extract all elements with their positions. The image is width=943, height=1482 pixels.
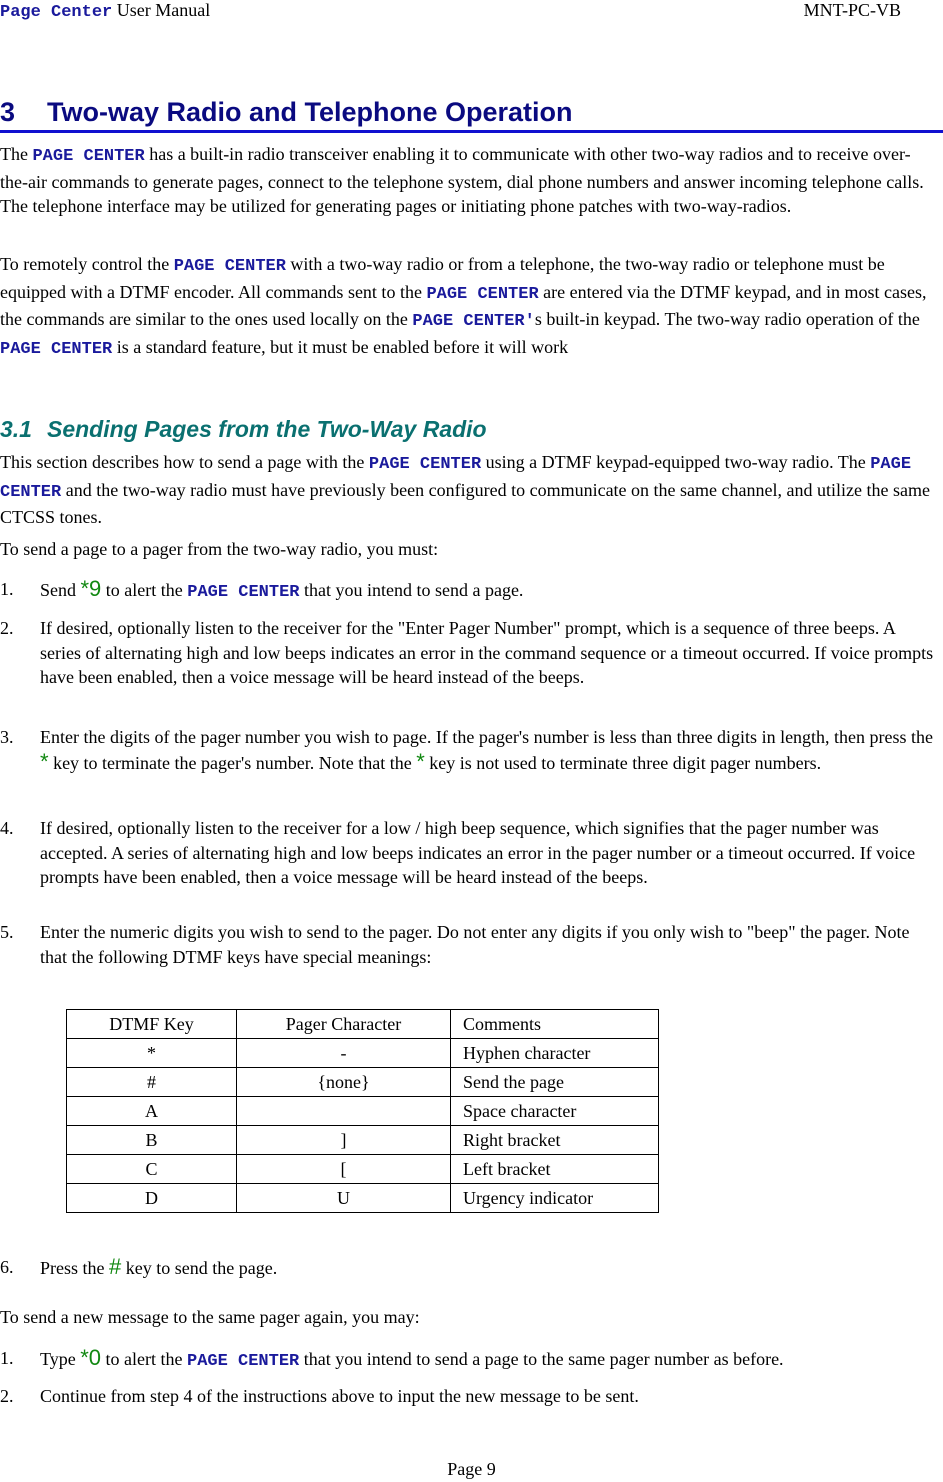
step-1: 1. Send *9 to alert the PAGE CENTER that…	[0, 576, 524, 602]
table-cell: Space character	[450, 1096, 659, 1126]
table-cell: D	[66, 1183, 237, 1213]
section-3-1-heading: 3.1 Sending Pages from the Two-Way Radio	[0, 414, 487, 444]
step-2: 2. If desired, optionally listen to the …	[0, 618, 934, 687]
dtmf-key: *	[40, 748, 49, 774]
column-header: DTMF Key	[66, 1009, 237, 1039]
table-cell: B	[66, 1125, 237, 1155]
table-cell: C	[66, 1154, 237, 1184]
table-cell: A	[66, 1096, 237, 1126]
page-number: Page 9	[447, 1459, 496, 1479]
table-cell: U	[236, 1183, 451, 1213]
section-title: Two-way Radio and Telephone Operation	[47, 97, 573, 127]
dtmf-key: *0	[80, 1345, 102, 1370]
brand-name: PAGE CENTER'	[412, 312, 535, 331]
table-cell: ]	[236, 1125, 451, 1155]
header-title-suffix: User Manual	[112, 0, 211, 20]
table-cell: {none}	[236, 1067, 451, 1097]
intro-paragraph-1: The PAGE CENTER has a built-in radio tra…	[0, 144, 924, 216]
brand-name: PAGE CENTER	[187, 583, 300, 602]
table-cell: Hyphen character	[450, 1038, 659, 1068]
brand-name: PAGE CENTER	[0, 339, 113, 359]
header-title: Page Center User Manual	[0, 0, 210, 22]
brand-name: PAGE CENTER	[173, 257, 286, 276]
table-cell: -	[236, 1038, 451, 1068]
dtmf-key-table: DTMF Key Pager Character Comments * - Hy…	[66, 1009, 659, 1213]
table-cell: [	[236, 1154, 451, 1184]
table-row: # {none} Send the page	[66, 1067, 659, 1097]
step-5: 5. Enter the numeric digits you wish to …	[0, 922, 910, 967]
table-cell: Right bracket	[450, 1125, 659, 1155]
table-cell: Send the page	[450, 1067, 659, 1097]
header-doc-id: MNT-PC-VB	[803, 0, 901, 20]
table-cell	[236, 1096, 451, 1126]
header-brand: Page Center	[0, 3, 113, 22]
table-row: B ] Right bracket	[66, 1125, 659, 1155]
table-row: * - Hyphen character	[66, 1038, 659, 1068]
intro-paragraph-2: To remotely control the PAGE CENTER with…	[0, 254, 927, 359]
table-row: C [ Left bracket	[66, 1154, 659, 1184]
subsection-number: 3.1	[0, 416, 32, 442]
step-4: 4. If desired, optionally listen to the …	[0, 818, 916, 887]
brand-name: PAGE CENTER	[32, 147, 145, 166]
section-number: 3	[0, 97, 16, 127]
dtmf-key: *9	[80, 576, 102, 601]
brand-name: PAGE CENTER	[187, 1352, 300, 1371]
table-cell: #	[66, 1067, 237, 1097]
step-3: 3. Enter the digits of the pager number …	[0, 727, 934, 774]
table-cell: Left bracket	[450, 1154, 659, 1184]
subsection-title: Sending Pages from the Two-Way Radio	[47, 416, 487, 442]
resend-intro: To send a new message to the same pager …	[0, 1307, 420, 1327]
brand-name: PAGE CENTER	[426, 284, 539, 304]
table-row: A Space character	[66, 1096, 659, 1126]
table-header-row: DTMF Key Pager Character Comments	[66, 1009, 659, 1039]
resend-step-2: 2. Continue from step 4 of the instructi…	[0, 1386, 639, 1406]
step-6: 6. Press the # key to send the page.	[0, 1254, 278, 1279]
section-3-heading: 3 Two-way Radio and Telephone Operation	[0, 95, 943, 133]
dtmf-key: #	[109, 1254, 122, 1279]
steps-intro: To send a page to a pager from the two-w…	[0, 539, 439, 559]
resend-step-1: 1. Type *0 to alert the PAGE CENTER that…	[0, 1345, 784, 1371]
brand-name: PAGE CENTER	[368, 455, 482, 474]
column-header: Comments	[450, 1009, 659, 1039]
table-cell: Urgency indicator	[450, 1183, 659, 1213]
dtmf-key: *	[416, 748, 425, 774]
section-3-1-paragraph: This section describes how to send a pag…	[0, 452, 930, 527]
table-row: D U Urgency indicator	[66, 1183, 659, 1213]
column-header: Pager Character	[236, 1009, 451, 1039]
page-header: Page Center User Manual MNT-PC-VB	[0, 0, 943, 24]
table-cell: *	[66, 1038, 237, 1068]
